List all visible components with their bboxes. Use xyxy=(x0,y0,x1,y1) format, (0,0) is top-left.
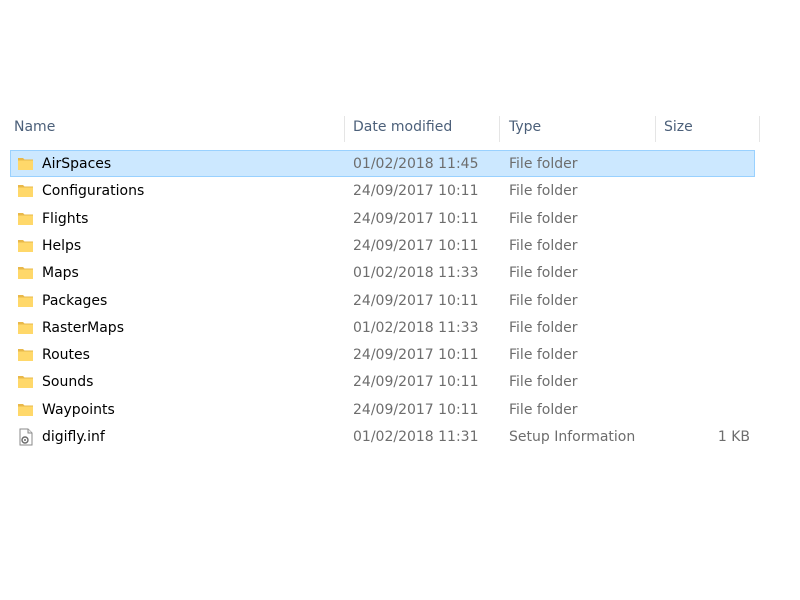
folder-row[interactable]: RasterMaps 01/02/2018 11:33 File folder xyxy=(10,314,755,341)
file-size xyxy=(11,178,750,203)
column-divider[interactable] xyxy=(655,116,656,142)
folder-row[interactable]: Waypoints 24/09/2017 10:11 File folder xyxy=(10,396,755,423)
folder-row[interactable]: Packages 24/09/2017 10:11 File folder xyxy=(10,287,755,314)
folder-row[interactable]: AirSpaces 01/02/2018 11:45 File folder xyxy=(10,150,755,177)
file-size xyxy=(11,315,750,340)
folder-row[interactable]: Maps 01/02/2018 11:33 File folder xyxy=(10,259,755,286)
file-size xyxy=(11,260,750,285)
column-header-type[interactable]: Type xyxy=(509,114,649,142)
column-divider[interactable] xyxy=(344,116,345,142)
folder-row[interactable]: Sounds 24/09/2017 10:11 File folder xyxy=(10,368,755,395)
column-header-name[interactable]: Name xyxy=(14,114,340,142)
file-explorer: Name Date modified Type Size AirSpaces 01… xyxy=(0,0,800,600)
file-size xyxy=(11,397,750,422)
column-header-date-modified[interactable]: Date modified xyxy=(353,114,493,142)
file-size: 1 KB xyxy=(717,429,750,445)
file-size xyxy=(11,288,750,313)
folder-row[interactable]: Helps 24/09/2017 10:11 File folder xyxy=(10,232,755,259)
file-size xyxy=(11,369,750,394)
file-size xyxy=(11,233,750,258)
folder-row[interactable]: Routes 24/09/2017 10:11 File folder xyxy=(10,341,755,368)
column-divider[interactable] xyxy=(499,116,500,142)
file-size xyxy=(11,206,750,231)
file-size xyxy=(11,151,750,176)
column-header-size[interactable]: Size xyxy=(664,114,754,142)
column-divider[interactable] xyxy=(759,116,760,142)
file-row[interactable]: digifly.inf 01/02/2018 11:31 Setup Informa… xyxy=(10,423,755,450)
folder-row[interactable]: Flights 24/09/2017 10:11 File folder xyxy=(10,205,755,232)
folder-row[interactable]: Configurations 24/09/2017 10:11 File folde… xyxy=(10,177,755,204)
file-size xyxy=(11,342,750,367)
column-header-bar: Name Date modified Type Size xyxy=(0,114,760,142)
